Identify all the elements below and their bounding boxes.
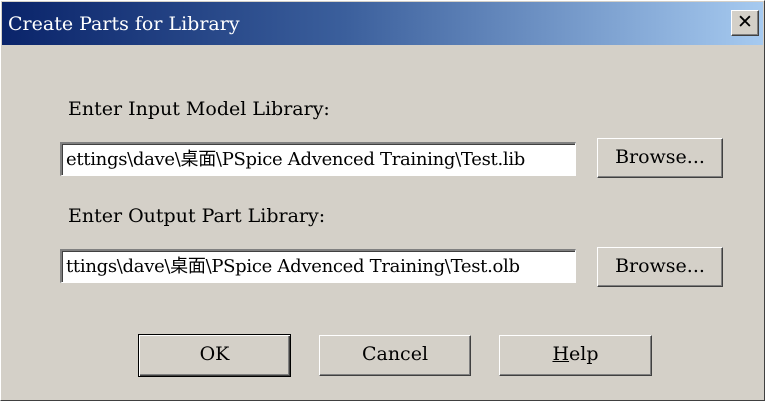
close-button[interactable]: ✕ xyxy=(731,10,759,36)
help-mnemonic: H xyxy=(552,343,570,365)
window-title: Create Parts for Library xyxy=(8,13,240,35)
output-library-field[interactable]: ttings\dave\桌面\PSpice Advenced Training\… xyxy=(60,249,576,283)
cancel-button[interactable]: Cancel xyxy=(319,335,471,376)
help-button[interactable]: Help xyxy=(499,335,652,376)
browse-input-button[interactable]: Browse... xyxy=(597,138,723,178)
input-library-label: Enter Input Model Library: xyxy=(68,98,330,120)
browse-output-button[interactable]: Browse... xyxy=(597,247,723,287)
output-library-label: Enter Output Part Library: xyxy=(68,205,326,227)
close-icon: ✕ xyxy=(737,11,753,33)
input-library-field[interactable]: ettings\dave\桌面\PSpice Advenced Training… xyxy=(60,142,576,176)
title-bar[interactable]: Create Parts for Library ✕ xyxy=(2,2,763,45)
create-parts-dialog: Create Parts for Library ✕ Enter Input M… xyxy=(0,0,765,401)
help-label-rest: elp xyxy=(569,343,599,365)
ok-button[interactable]: OK xyxy=(138,334,291,377)
